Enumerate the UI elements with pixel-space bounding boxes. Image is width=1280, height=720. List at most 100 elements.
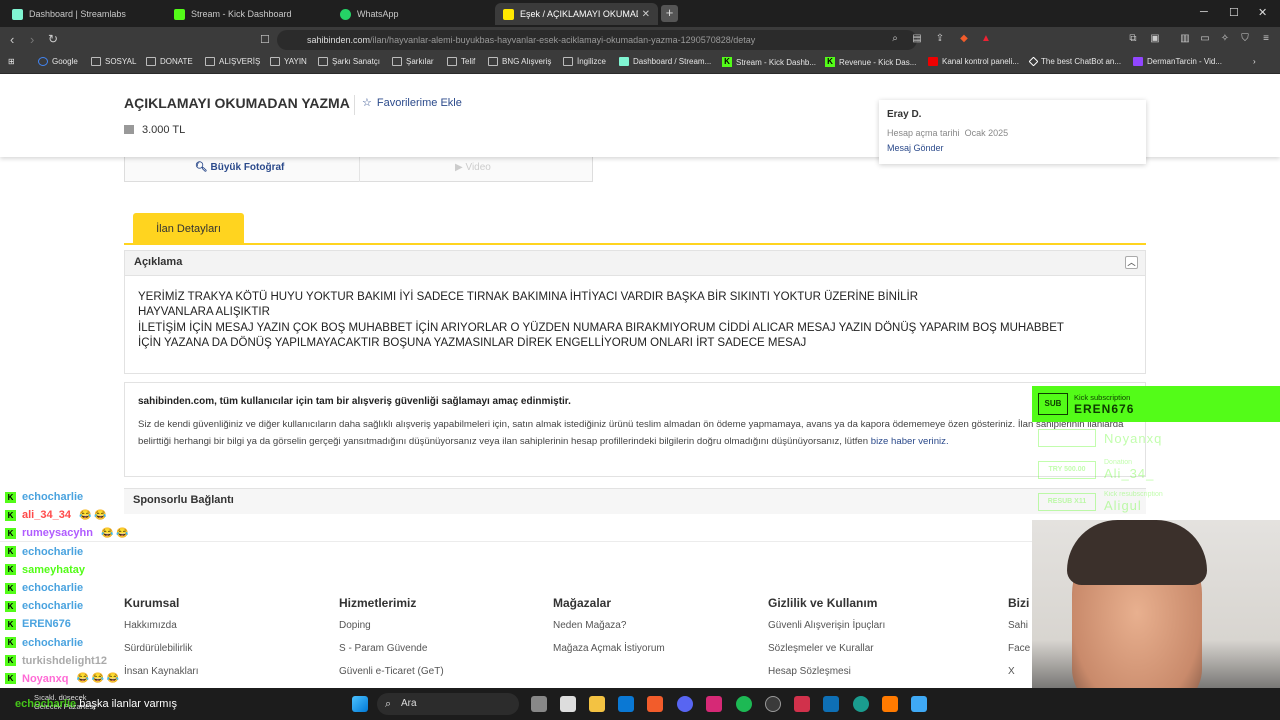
bookmark-kick-revenue[interactable]: K Revenue - Kick Das... xyxy=(825,57,916,67)
photo-toolbar: 🔍︎ Büyük Fotoğraf ▶︎ Video xyxy=(124,157,593,182)
chat-username[interactable]: echocharlie xyxy=(22,491,83,503)
bookmark-streamlabs[interactable]: Dashboard / Stream... xyxy=(619,57,711,66)
divider xyxy=(359,157,360,182)
bookmark-icon[interactable]: ☐ xyxy=(260,33,270,46)
tab-streamlabs[interactable]: Dashboard | Streamlabs xyxy=(4,3,164,25)
windows-start-icon[interactable] xyxy=(352,696,368,712)
close-tab-icon[interactable]: ✕ xyxy=(642,9,650,20)
footer-link[interactable]: S - Param Güvende xyxy=(339,643,444,657)
soundcloud-icon[interactable] xyxy=(882,696,898,712)
chat-username[interactable]: EREN676 xyxy=(22,618,71,630)
bookmark-sosyal[interactable]: SOSYAL xyxy=(91,57,136,66)
app-icon[interactable] xyxy=(853,696,869,712)
bookmark-bng[interactable]: BNG Alışveriş xyxy=(488,57,551,66)
url-bar[interactable]: sahibinden.com/ilan/hayvanlar-alemi-buyu… xyxy=(277,30,917,50)
zoom-icon[interactable]: ⌕ xyxy=(889,33,901,45)
chat-username[interactable]: echocharlie xyxy=(22,637,83,649)
bookmark-alisveris[interactable]: ALIŞVERİŞ xyxy=(205,57,260,66)
chat-text: 😂 😂 xyxy=(100,527,129,539)
leo-icon[interactable]: ✧ xyxy=(1219,33,1231,45)
footer-link[interactable]: Güvenli e-Ticaret (GeT) xyxy=(339,666,444,680)
alert-event: TRY 500.00 Donation Ali_34_ xyxy=(1038,454,1280,486)
share-icon[interactable]: ⇪ xyxy=(934,33,946,45)
video-button[interactable]: ▶︎ Video xyxy=(455,162,491,173)
brave-icon[interactable] xyxy=(647,696,663,712)
alert-event: Noyanxq xyxy=(1038,422,1280,454)
seller-name: Eray D. xyxy=(887,109,922,120)
apps-icon[interactable]: ⊞ xyxy=(8,57,15,66)
new-tab-button[interactable]: + xyxy=(661,5,678,22)
reader-icon[interactable]: ▤ xyxy=(911,33,923,45)
bookmark-sarki-sanatci[interactable]: Şarkı Sanatçı xyxy=(318,57,380,66)
sidebar-icon[interactable]: ▥ xyxy=(1179,33,1191,45)
footer-link[interactable]: Sözleşmeler ve Kurallar xyxy=(768,643,885,657)
tab-listing-details[interactable]: İlan Detayları xyxy=(133,213,244,243)
send-message-link[interactable]: Mesaj Gönder xyxy=(887,143,1138,153)
discord-icon[interactable] xyxy=(677,696,693,712)
add-favorite-button[interactable]: ☆ Favorilerime Ekle xyxy=(362,96,462,109)
forward-icon[interactable]: › xyxy=(30,32,34,47)
chat-username[interactable]: echocharlie xyxy=(22,582,83,594)
footer-link[interactable]: Güvenli Alışverişin İpuçları xyxy=(768,620,885,634)
instagram-icon[interactable] xyxy=(706,696,722,712)
brave-shield-icon[interactable]: ◆ xyxy=(958,33,970,45)
footer-link[interactable]: Hesap Sözleşmesi xyxy=(768,666,885,680)
back-icon[interactable]: ‹ xyxy=(10,32,14,47)
footer-link[interactable]: X xyxy=(1008,666,1030,680)
footer-link[interactable]: Face xyxy=(1008,643,1030,657)
notepad-icon[interactable] xyxy=(911,696,927,712)
bookmark-chatbot[interactable]: The best ChatBot an... xyxy=(1028,56,1121,67)
maximize-icon[interactable]: ☐ xyxy=(1229,6,1239,19)
footer-link[interactable]: Doping xyxy=(339,620,444,634)
close-window-icon[interactable]: ✕ xyxy=(1258,6,1267,19)
bookmark-youtube-panel[interactable]: Kanal kontrol paneli... xyxy=(928,57,1019,66)
obs-icon[interactable] xyxy=(765,696,781,712)
collapse-icon[interactable]: ︿ xyxy=(1125,256,1138,269)
taskbar-search[interactable]: ⌕ Ara xyxy=(377,693,519,715)
extensions-icon[interactable]: ⧉ xyxy=(1127,33,1139,45)
bookmark-kick-dashboard[interactable]: K Stream - Kick Dashb... xyxy=(722,57,816,67)
description-line: YERİMİZ TRAKYA KÖTÜ HUYU YOKTUR BAKIMI İ… xyxy=(138,291,919,303)
bookmark-yayin[interactable]: YAYIN xyxy=(270,57,307,66)
kick-icon: K xyxy=(825,57,835,67)
menu-icon[interactable]: ≡ xyxy=(1260,33,1272,45)
tab-kick-dashboard[interactable]: Stream - Kick Dashboard xyxy=(166,3,330,25)
footer-link[interactable]: Mağaza Açmak İstiyorum xyxy=(553,643,665,657)
reload-icon[interactable]: ↻ xyxy=(48,32,58,46)
report-link[interactable]: bize haber veriniz. xyxy=(871,436,949,447)
chat-username[interactable]: rumeysacyhn xyxy=(22,527,93,539)
chat-username[interactable]: echocharlie xyxy=(22,600,83,612)
store-icon[interactable] xyxy=(560,696,576,712)
bookmark-dermantarcin[interactable]: DermanTarcin - Vid... xyxy=(1133,57,1222,66)
bookmark-telif[interactable]: Telif xyxy=(447,57,475,66)
tab-sahibinden-active[interactable]: Eşek / AÇIKLAMAYI OKUMADAN ✕ xyxy=(495,3,658,25)
outlook-icon[interactable] xyxy=(618,696,634,712)
chat-username[interactable]: sameyhatay xyxy=(22,564,85,576)
wallet-icon[interactable]: ▭ xyxy=(1199,33,1211,45)
tab-whatsapp[interactable]: WhatsApp xyxy=(332,3,492,25)
file-explorer-icon[interactable] xyxy=(589,696,605,712)
footer-link[interactable]: Sahi xyxy=(1008,620,1030,634)
chat-username[interactable]: turkishdelight12 xyxy=(22,655,107,667)
chat-latest-message: echocharlie başka ilanlar varmış xyxy=(15,698,178,710)
alert-event: RESUB X11 Kick resubscription Aligul xyxy=(1038,486,1280,518)
vpn-icon[interactable]: ⛉ xyxy=(1239,33,1251,45)
url-domain: sahibinden.com xyxy=(307,35,371,45)
xsplit-icon[interactable] xyxy=(794,696,810,712)
task-view-icon[interactable] xyxy=(531,696,547,712)
chat-username[interactable]: echocharlie xyxy=(22,546,83,558)
minimize-icon[interactable]: ─ xyxy=(1200,6,1208,18)
rewards-icon[interactable]: ▲ xyxy=(980,33,992,45)
spotify-icon[interactable] xyxy=(736,696,752,712)
bookmark-donate[interactable]: DONATE xyxy=(146,57,193,66)
chat-username[interactable]: ali_34_34 xyxy=(22,509,71,521)
app-icon[interactable] xyxy=(823,696,839,712)
bookmark-google[interactable]: Google xyxy=(38,57,78,66)
chat-username[interactable]: Noyanxq xyxy=(22,673,68,685)
bookmark-ingilizce[interactable]: İngilizce xyxy=(563,57,606,66)
big-photo-button[interactable]: 🔍︎ Büyük Fotoğraf xyxy=(195,162,284,173)
tab-search-icon[interactable]: ▣ xyxy=(1149,33,1161,45)
bookmark-sarkilar[interactable]: Şarkılar xyxy=(392,57,434,66)
footer-link[interactable]: Neden Mağaza? xyxy=(553,620,665,634)
more-bookmarks-icon[interactable]: › xyxy=(1253,57,1256,66)
